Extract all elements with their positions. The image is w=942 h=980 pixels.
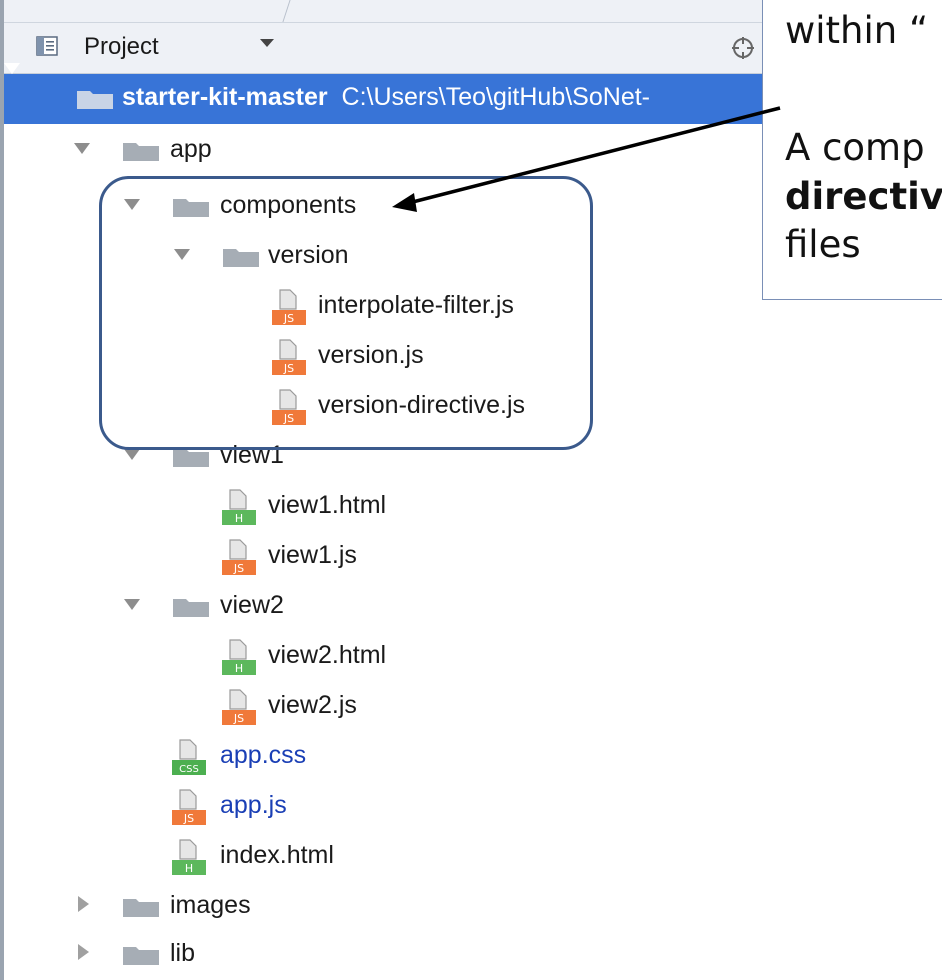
collapse-arrow-icon[interactable] bbox=[78, 896, 89, 912]
tree-item-label: view2.html bbox=[268, 641, 387, 669]
tree-item-app-js[interactable]: JS app.js bbox=[0, 782, 560, 832]
tree-item-view1-js[interactable]: JS view1.js bbox=[0, 532, 560, 582]
tree-item-index-html[interactable]: H index.html bbox=[0, 832, 560, 882]
html-file-icon: H bbox=[222, 489, 256, 525]
svg-text:JS: JS bbox=[183, 812, 194, 825]
annotation-line-1: within “ bbox=[785, 9, 929, 52]
tree-item-label: app.css bbox=[220, 741, 307, 769]
tree-item-lib[interactable]: lib bbox=[0, 930, 560, 980]
components-highlight-box bbox=[99, 176, 593, 450]
folder-icon bbox=[77, 91, 113, 109]
tree-item-view1-html[interactable]: H view1.html bbox=[0, 482, 560, 532]
tree-item-view2-js[interactable]: JS view2.js bbox=[0, 682, 560, 732]
tree-item-label: index.html bbox=[220, 841, 334, 869]
tree-item-label: view1.html bbox=[268, 491, 387, 519]
css-file-icon: CSS bbox=[172, 739, 206, 775]
js-file-icon: JS bbox=[222, 539, 256, 575]
root-folder-name: starter-kit-master bbox=[122, 83, 328, 111]
tree-item-images[interactable]: images bbox=[0, 882, 560, 932]
js-file-icon: JS bbox=[172, 789, 206, 825]
tree-item-label: lib bbox=[170, 939, 196, 967]
tree-item-label: view2.js bbox=[268, 691, 357, 719]
folder-icon bbox=[173, 599, 209, 617]
tree-item-label: app.js bbox=[220, 791, 287, 819]
tree-item-view2[interactable]: view2 bbox=[0, 582, 560, 632]
annotation-line-3: directiv bbox=[785, 175, 942, 218]
project-view-icon bbox=[36, 36, 58, 56]
chevron-down-icon[interactable] bbox=[260, 39, 274, 47]
tree-item-view2-html[interactable]: H view2.html bbox=[0, 632, 560, 682]
collapse-arrow-icon[interactable] bbox=[78, 944, 89, 960]
expand-arrow-icon[interactable] bbox=[124, 599, 140, 610]
annotation-callout: within “ A comp directiv files bbox=[762, 0, 942, 300]
svg-text:H: H bbox=[235, 512, 243, 525]
expand-arrow-icon[interactable] bbox=[124, 449, 140, 460]
tree-item-label: images bbox=[170, 891, 251, 919]
annotation-line-4: files bbox=[785, 223, 861, 266]
folder-icon bbox=[123, 947, 159, 965]
svg-text:CSS: CSS bbox=[179, 764, 199, 775]
folder-icon bbox=[123, 899, 159, 917]
expand-arrow-icon[interactable] bbox=[4, 63, 20, 91]
tree-item-app[interactable]: app bbox=[0, 126, 700, 176]
expand-arrow-icon[interactable] bbox=[74, 143, 90, 154]
svg-text:JS: JS bbox=[233, 562, 244, 575]
tree-item-label: app bbox=[170, 135, 212, 163]
folder-icon bbox=[123, 143, 159, 161]
tree-item-label: view2 bbox=[220, 591, 284, 619]
svg-text:H: H bbox=[185, 862, 193, 875]
js-file-icon: JS bbox=[222, 689, 256, 725]
tree-item-label: view1.js bbox=[268, 541, 357, 569]
svg-text:JS: JS bbox=[233, 712, 244, 725]
html-file-icon: H bbox=[172, 839, 206, 875]
svg-text:H: H bbox=[235, 662, 243, 675]
root-folder-path: C:\Users\Teo\gitHub\SoNet- bbox=[341, 83, 650, 111]
annotation-line-2: A comp bbox=[785, 126, 925, 169]
tree-item-app-css[interactable]: CSS app.css bbox=[0, 732, 560, 782]
locate-target-icon[interactable] bbox=[731, 36, 755, 60]
html-file-icon: H bbox=[222, 639, 256, 675]
project-view-label[interactable]: Project bbox=[84, 33, 159, 61]
